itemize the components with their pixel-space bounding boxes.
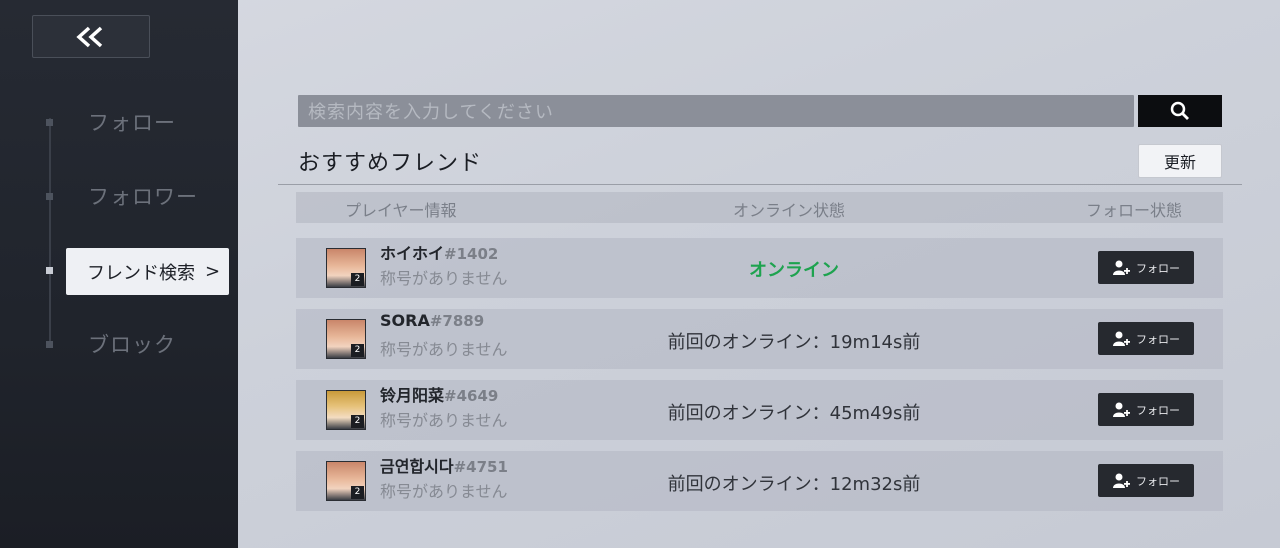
player-title: 称号がありません	[380, 340, 508, 359]
nav-dot	[46, 193, 53, 200]
online-status: オンライン	[749, 260, 839, 281]
nav-rail	[49, 118, 51, 346]
header-follow-status: フォロー状態	[1086, 201, 1183, 220]
online-status: 前回のオンライン：12m32s前	[667, 474, 921, 495]
player-name: 금연합시다#4751	[380, 457, 508, 476]
add-user-icon	[1113, 260, 1130, 275]
avatar[interactable]: 2	[326, 461, 366, 501]
chevron-right-icon: >	[205, 261, 221, 282]
player-name: 铃月阳菜#4649	[380, 386, 499, 405]
nav-dot	[46, 341, 53, 348]
double-chevron-left-icon	[76, 26, 103, 47]
follow-button[interactable]: フォロー	[1098, 464, 1194, 497]
player-name: SORA#7889	[380, 311, 485, 330]
search-placeholder: 検索内容を入力してください	[308, 102, 554, 123]
table-row: 2 铃月阳菜#4649 称号がありません 前回のオンライン：45m49s前 フォ…	[296, 380, 1223, 440]
player-name: ホイホイ#1402	[380, 244, 499, 263]
refresh-button[interactable]: 更新	[1138, 144, 1222, 178]
level-badge: 2	[351, 273, 364, 286]
add-user-icon	[1113, 473, 1130, 488]
level-badge: 2	[351, 486, 364, 499]
table-row: 2 ホイホイ#1402 称号がありません オンライン フォロー	[296, 238, 1223, 298]
online-status: 前回のオンライン：45m49s前	[667, 403, 921, 424]
follow-button[interactable]: フォロー	[1098, 393, 1194, 426]
search-button[interactable]	[1138, 95, 1222, 127]
avatar[interactable]: 2	[326, 319, 366, 359]
sidebar-item-follow[interactable]: フォロー	[88, 107, 176, 137]
header-online-status: オンライン状態	[733, 201, 846, 220]
divider	[278, 184, 1242, 185]
back-button[interactable]	[32, 15, 150, 58]
online-status: 前回のオンライン：19m14s前	[667, 332, 921, 353]
sidebar-item-friend-search[interactable]: フレンド検索 >	[66, 248, 229, 295]
table-header: プレイヤー情報 オンライン状態 フォロー状態	[296, 192, 1223, 223]
table-row: 2 SORA#7889 称号がありません 前回のオンライン：19m14s前 フォ…	[296, 309, 1223, 369]
player-title: 称号がありません	[380, 482, 508, 501]
avatar[interactable]: 2	[326, 390, 366, 430]
sidebar-item-block[interactable]: ブロック	[88, 329, 176, 359]
section-title: おすすめフレンド	[298, 151, 483, 176]
sidebar-item-label: フレンド検索	[87, 262, 195, 284]
level-badge: 2	[351, 344, 364, 357]
follow-label: フォロー	[1136, 474, 1180, 488]
nav-dot	[46, 119, 53, 126]
player-title: 称号がありません	[380, 411, 508, 430]
level-badge: 2	[351, 415, 364, 428]
sidebar-item-followers[interactable]: フォロワー	[88, 181, 198, 211]
add-user-icon	[1113, 331, 1130, 346]
sidebar: フォロー フォロワー フレンド検索 > ブロック	[0, 0, 238, 548]
follow-button[interactable]: フォロー	[1098, 251, 1194, 284]
search-icon	[1170, 101, 1189, 120]
player-title: 称号がありません	[380, 269, 508, 288]
add-user-icon	[1113, 402, 1130, 417]
follow-label: フォロー	[1136, 403, 1180, 417]
follow-label: フォロー	[1136, 332, 1180, 346]
nav-dot-active	[46, 267, 53, 274]
follow-label: フォロー	[1136, 261, 1180, 275]
follow-button[interactable]: フォロー	[1098, 322, 1194, 355]
avatar[interactable]: 2	[326, 248, 366, 288]
table-row: 2 금연합시다#4751 称号がありません 前回のオンライン：12m32s前 フ…	[296, 451, 1223, 511]
search-input[interactable]: 検索内容を入力してください	[298, 95, 1134, 127]
header-player-info: プレイヤー情報	[345, 201, 457, 220]
